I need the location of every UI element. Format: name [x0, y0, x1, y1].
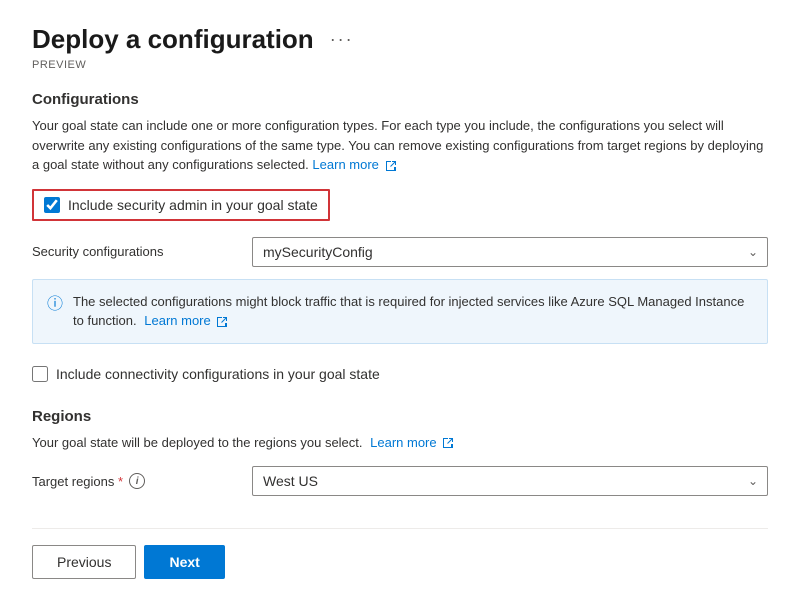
info-box-text: The selected configurations might block …	[73, 292, 753, 331]
next-button[interactable]: Next	[144, 545, 224, 579]
info-learn-more-link[interactable]: Learn more	[144, 313, 228, 328]
preview-badge: PREVIEW	[32, 59, 768, 71]
security-configurations-dropdown-wrapper: mySecurityConfig ⌄	[252, 237, 768, 267]
security-info-box: ⓘ The selected configurations might bloc…	[32, 279, 768, 344]
connectivity-checkbox-label[interactable]: Include connectivity configurations in y…	[56, 366, 380, 382]
regions-learn-more-link[interactable]: Learn more	[370, 435, 454, 450]
security-configurations-label: Security configurations	[32, 244, 252, 259]
configurations-description: Your goal state can include one or more …	[32, 116, 768, 175]
target-regions-label-group: Target regions * i	[32, 473, 252, 489]
target-regions-dropdown-wrapper: West US East US West Europe East Asia ⌄	[252, 466, 768, 496]
configurations-learn-more-link[interactable]: Learn more	[312, 157, 396, 172]
previous-button[interactable]: Previous	[32, 545, 136, 579]
page-title: Deploy a configuration	[32, 24, 314, 55]
configurations-section-title: Configurations	[32, 91, 768, 108]
connectivity-checkbox-row: Include connectivity configurations in y…	[32, 360, 768, 388]
target-regions-dropdown[interactable]: West US East US West Europe East Asia	[252, 466, 768, 496]
connectivity-checkbox[interactable]	[32, 366, 48, 382]
info-circle-icon: ⓘ	[47, 293, 63, 317]
target-regions-row: Target regions * i West US East US West …	[32, 466, 768, 496]
security-admin-checkbox-row: Include security admin in your goal stat…	[32, 189, 330, 221]
regions-description: Your goal state will be deployed to the …	[32, 433, 768, 453]
security-configurations-row: Security configurations mySecurityConfig…	[32, 237, 768, 267]
regions-external-link-icon	[442, 437, 454, 449]
info-external-link-icon	[216, 316, 228, 328]
security-admin-checkbox-label[interactable]: Include security admin in your goal stat…	[68, 197, 318, 213]
security-admin-checkbox[interactable]	[44, 197, 60, 213]
ellipsis-menu-button[interactable]: ···	[324, 27, 360, 52]
target-regions-info-icon[interactable]: i	[129, 473, 145, 489]
target-regions-label: Target regions *	[32, 474, 123, 489]
external-link-icon	[385, 160, 397, 172]
security-configurations-dropdown[interactable]: mySecurityConfig	[252, 237, 768, 267]
regions-section-title: Regions	[32, 408, 768, 425]
bottom-navigation: Previous Next	[32, 528, 768, 579]
